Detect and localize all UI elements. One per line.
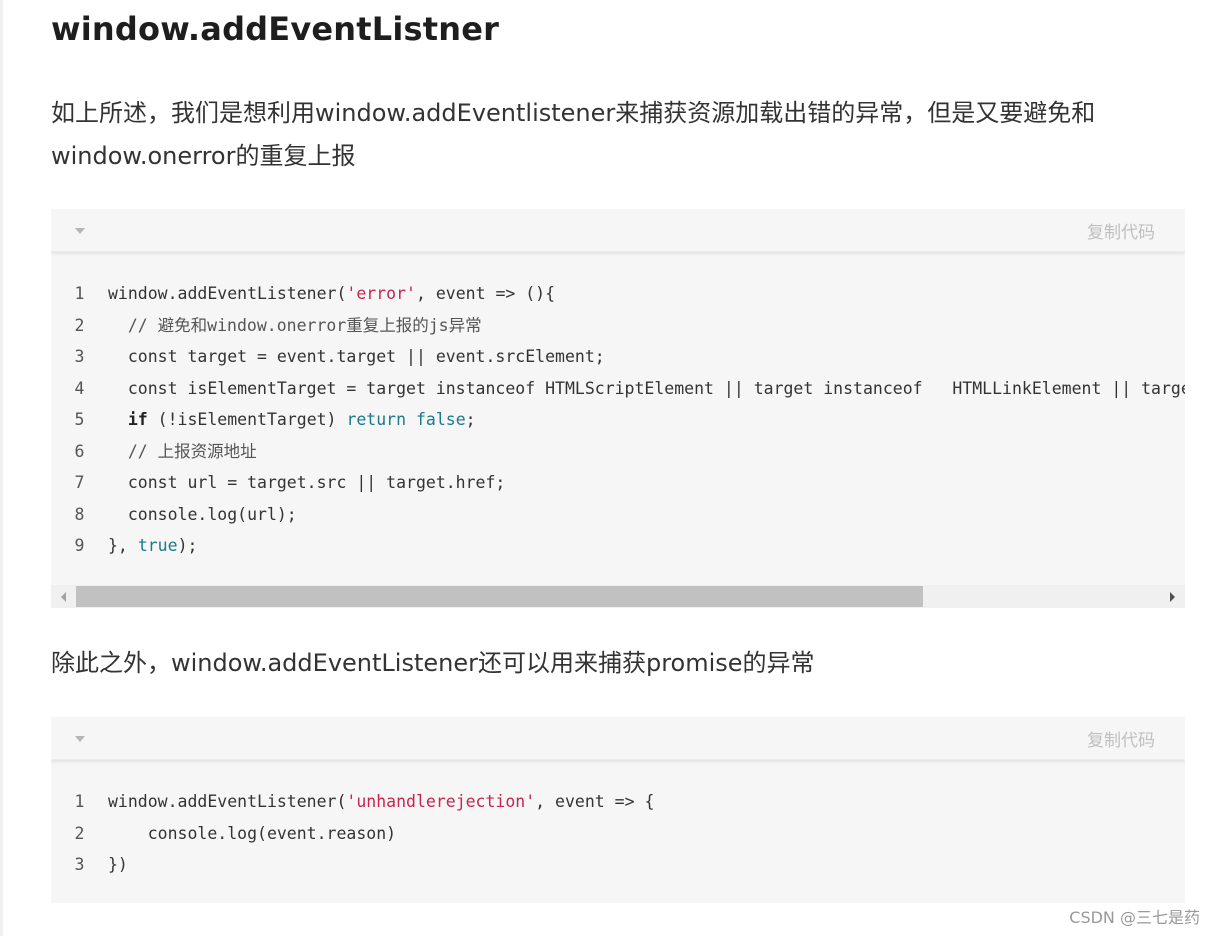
code-text: // 避免和window.onerror重复上报的js异常 xyxy=(108,315,482,335)
line-number: 6 xyxy=(74,441,85,461)
line-number: 4 xyxy=(74,378,85,398)
code-text: }, true); xyxy=(108,536,198,555)
code-block-header: 复制代码 xyxy=(51,209,1185,252)
code-line: 4 const isElementTarget = target instanc… xyxy=(51,373,1185,405)
line-number: 7 xyxy=(74,473,85,492)
line-number: 1 xyxy=(74,284,85,303)
csdn-watermark: CSDN @三七是药 xyxy=(1069,908,1200,927)
line-number: 9 xyxy=(74,536,85,555)
code-block-1: 复制代码 1 window.addEventListener('error', e… xyxy=(51,209,1185,608)
arrow-right-icon[interactable] xyxy=(1167,591,1177,603)
line-number: 1 xyxy=(74,792,85,811)
line-number: 3 xyxy=(74,347,85,366)
line-number: 3 xyxy=(74,855,85,874)
line-number: 5 xyxy=(74,410,85,429)
code-block-2: 复制代码 1 window.addEventListener('unhandler… xyxy=(51,717,1185,903)
paragraph-promise: 除此之外，window.addEventListener还可以用来捕获promi… xyxy=(51,649,815,677)
line-number: 2 xyxy=(74,315,85,335)
code-text: // 上报资源地址 xyxy=(108,441,257,461)
code-text: window.addEventListener('unhandlerejecti… xyxy=(108,792,655,811)
code-text: console.log(event.reason) xyxy=(108,823,397,843)
code-text: const target = event.target || event.src… xyxy=(108,347,605,366)
code-line: 1 window.addEventListener('error', event … xyxy=(51,278,1185,310)
code-body: 1 window.addEventListener('error', event … xyxy=(51,252,1185,562)
caret-down-icon[interactable] xyxy=(73,226,87,236)
line-number: 2 xyxy=(74,823,85,843)
caret-down-icon[interactable] xyxy=(73,734,87,744)
scrollbar-thumb[interactable] xyxy=(76,586,923,607)
code-text: const url = target.src || target.href; xyxy=(108,473,506,492)
code-text: const isElementTarget = target instanceo… xyxy=(127,378,1185,398)
code-line: 3}) xyxy=(51,849,1185,881)
code-line: 2 console.log(event.reason) xyxy=(51,818,1185,850)
code-line: 1 window.addEventListener('unhandlereject… xyxy=(51,786,1185,818)
code-line: 9 }, true); xyxy=(51,530,1185,562)
code-line: 5 if (!isElementTarget) return false; xyxy=(51,404,1185,436)
copy-code-button[interactable]: 复制代码 xyxy=(1087,218,1155,243)
code-text: if (!isElementTarget) return false; xyxy=(127,410,476,429)
code-block-header: 复制代码 xyxy=(51,717,1185,760)
arrow-left-icon[interactable] xyxy=(59,591,69,603)
code-line: 2 // 避免和window.onerror重复上报的js异常 xyxy=(51,310,1185,342)
horizontal-scrollbar[interactable] xyxy=(51,585,1185,608)
code-text: window.addEventListener('error', event =… xyxy=(108,284,556,303)
code-line: 8 console.log(url); xyxy=(51,499,1185,531)
paragraph-intro: 如上所述，我们是想利用window.addEventlistener来捕获资源加… xyxy=(51,99,1096,170)
copy-code-button[interactable]: 复制代码 xyxy=(1087,726,1155,751)
left-border xyxy=(0,0,3,936)
line-number: 8 xyxy=(74,504,85,524)
code-line: 7 const url = target.src || target.href; xyxy=(51,467,1185,499)
code-line: 6 // 上报资源地址 xyxy=(51,436,1185,468)
code-text: }) xyxy=(108,855,128,874)
code-line: 3 const target = event.target || event.s… xyxy=(51,341,1185,373)
article-heading: window.addEventListner xyxy=(51,10,500,48)
code-text: console.log(url); xyxy=(108,504,297,524)
code-body: 1 window.addEventListener('unhandlereject… xyxy=(51,760,1185,881)
